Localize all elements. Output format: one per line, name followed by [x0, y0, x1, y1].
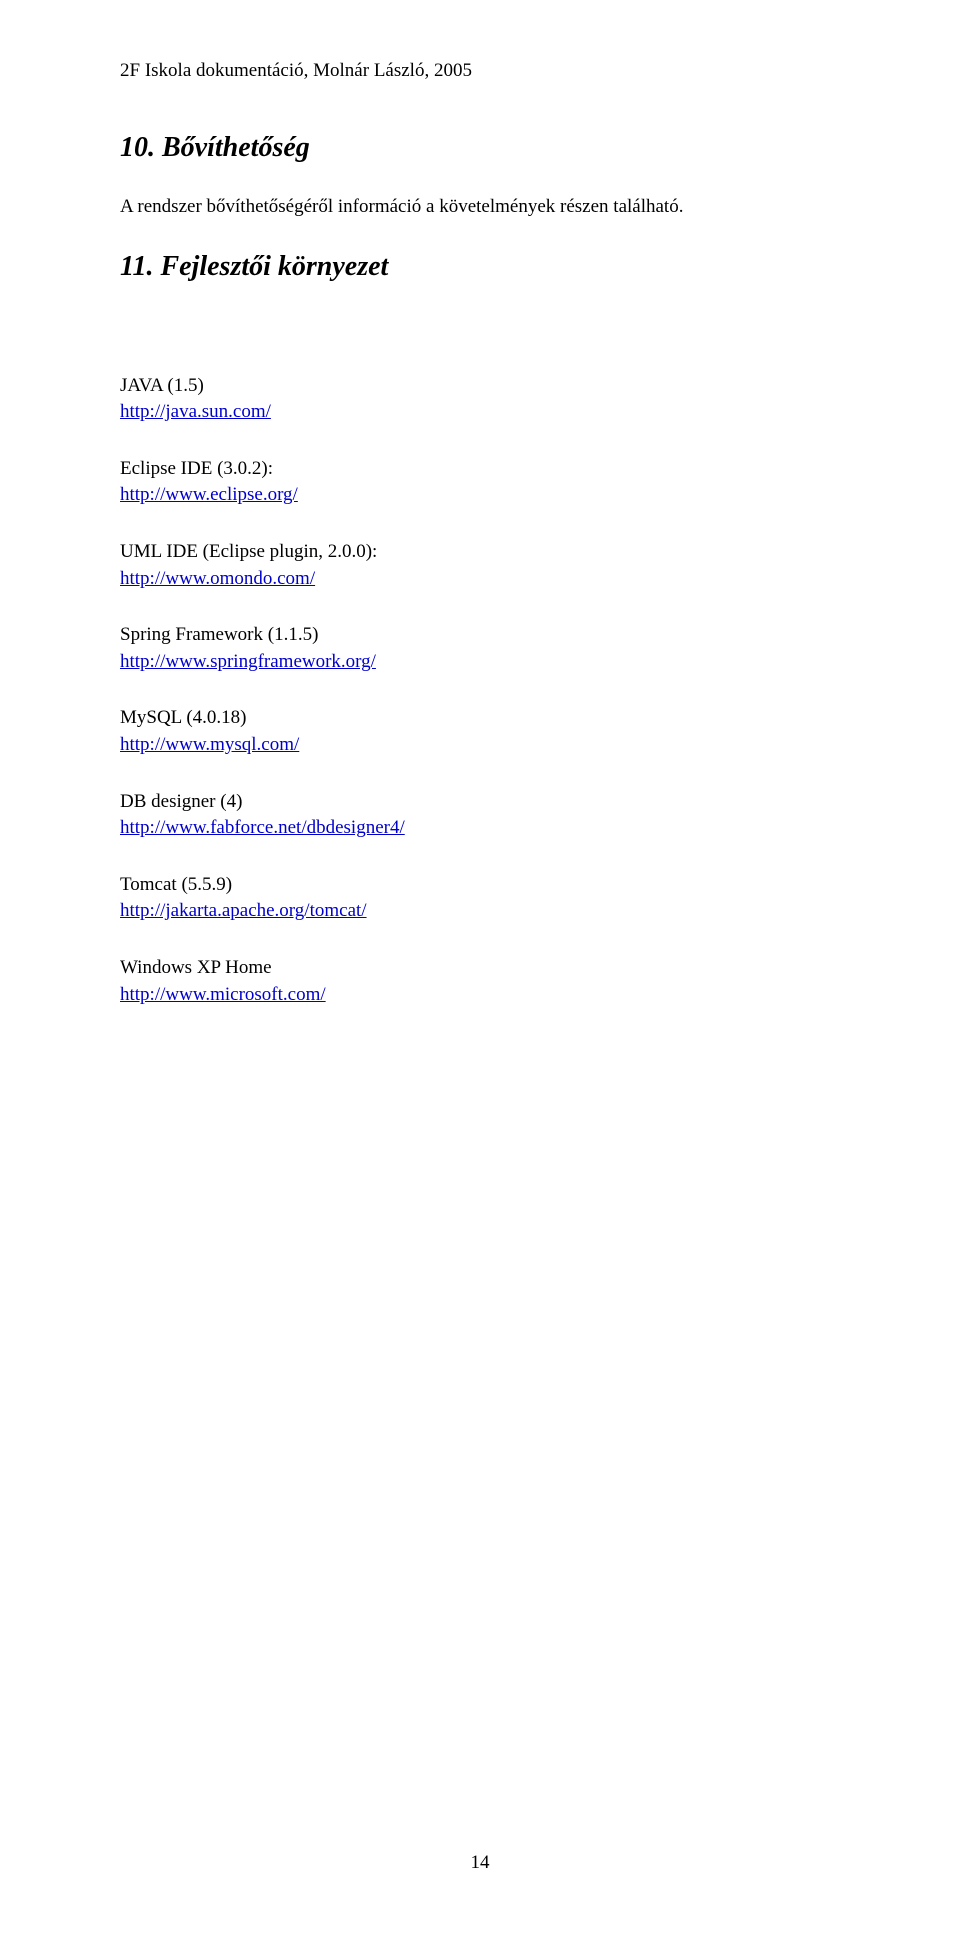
env-item-label: Eclipse IDE (3.0.2): [120, 458, 273, 479]
env-item: UML IDE (Eclipse plugin, 2.0.0): http://… [120, 539, 840, 592]
env-item-link[interactable]: http://www.omondo.com/ [120, 568, 315, 589]
env-item-label: MySQL (4.0.18) [120, 707, 247, 728]
env-item: MySQL (4.0.18) http://www.mysql.com/ [120, 705, 840, 758]
env-item-label: UML IDE (Eclipse plugin, 2.0.0): [120, 541, 377, 562]
env-item-link[interactable]: http://www.fabforce.net/dbdesigner4/ [120, 817, 405, 838]
env-item-label: Tomcat (5.5.9) [120, 874, 232, 895]
env-item: Windows XP Home http://www.microsoft.com… [120, 955, 840, 1008]
env-item: Eclipse IDE (3.0.2): http://www.eclipse.… [120, 456, 840, 509]
page-number: 14 [0, 1852, 960, 1874]
env-item: Spring Framework (1.1.5) http://www.spri… [120, 622, 840, 675]
env-item-link[interactable]: http://jakarta.apache.org/tomcat/ [120, 900, 367, 921]
section-10-heading: 10. Bővíthetőség [120, 132, 840, 164]
env-item-label: DB designer (4) [120, 791, 242, 812]
env-item-link[interactable]: http://www.microsoft.com/ [120, 984, 326, 1005]
env-item-link[interactable]: http://java.sun.com/ [120, 401, 271, 422]
env-item-label: JAVA (1.5) [120, 375, 204, 396]
env-item-label: Spring Framework (1.1.5) [120, 624, 318, 645]
env-item: JAVA (1.5) http://java.sun.com/ [120, 373, 840, 426]
env-item-link[interactable]: http://www.eclipse.org/ [120, 484, 298, 505]
env-item-link[interactable]: http://www.springframework.org/ [120, 651, 376, 672]
env-item: DB designer (4) http://www.fabforce.net/… [120, 789, 840, 842]
document-header: 2F Iskola dokumentáció, Molnár László, 2… [120, 60, 840, 82]
section-10-body: A rendszer bővíthetőségéről információ a… [120, 194, 840, 221]
env-item-link[interactable]: http://www.mysql.com/ [120, 734, 299, 755]
section-11-heading: 11. Fejlesztői környezet [120, 251, 840, 283]
env-item-label: Windows XP Home [120, 957, 272, 978]
env-item: Tomcat (5.5.9) http://jakarta.apache.org… [120, 872, 840, 925]
